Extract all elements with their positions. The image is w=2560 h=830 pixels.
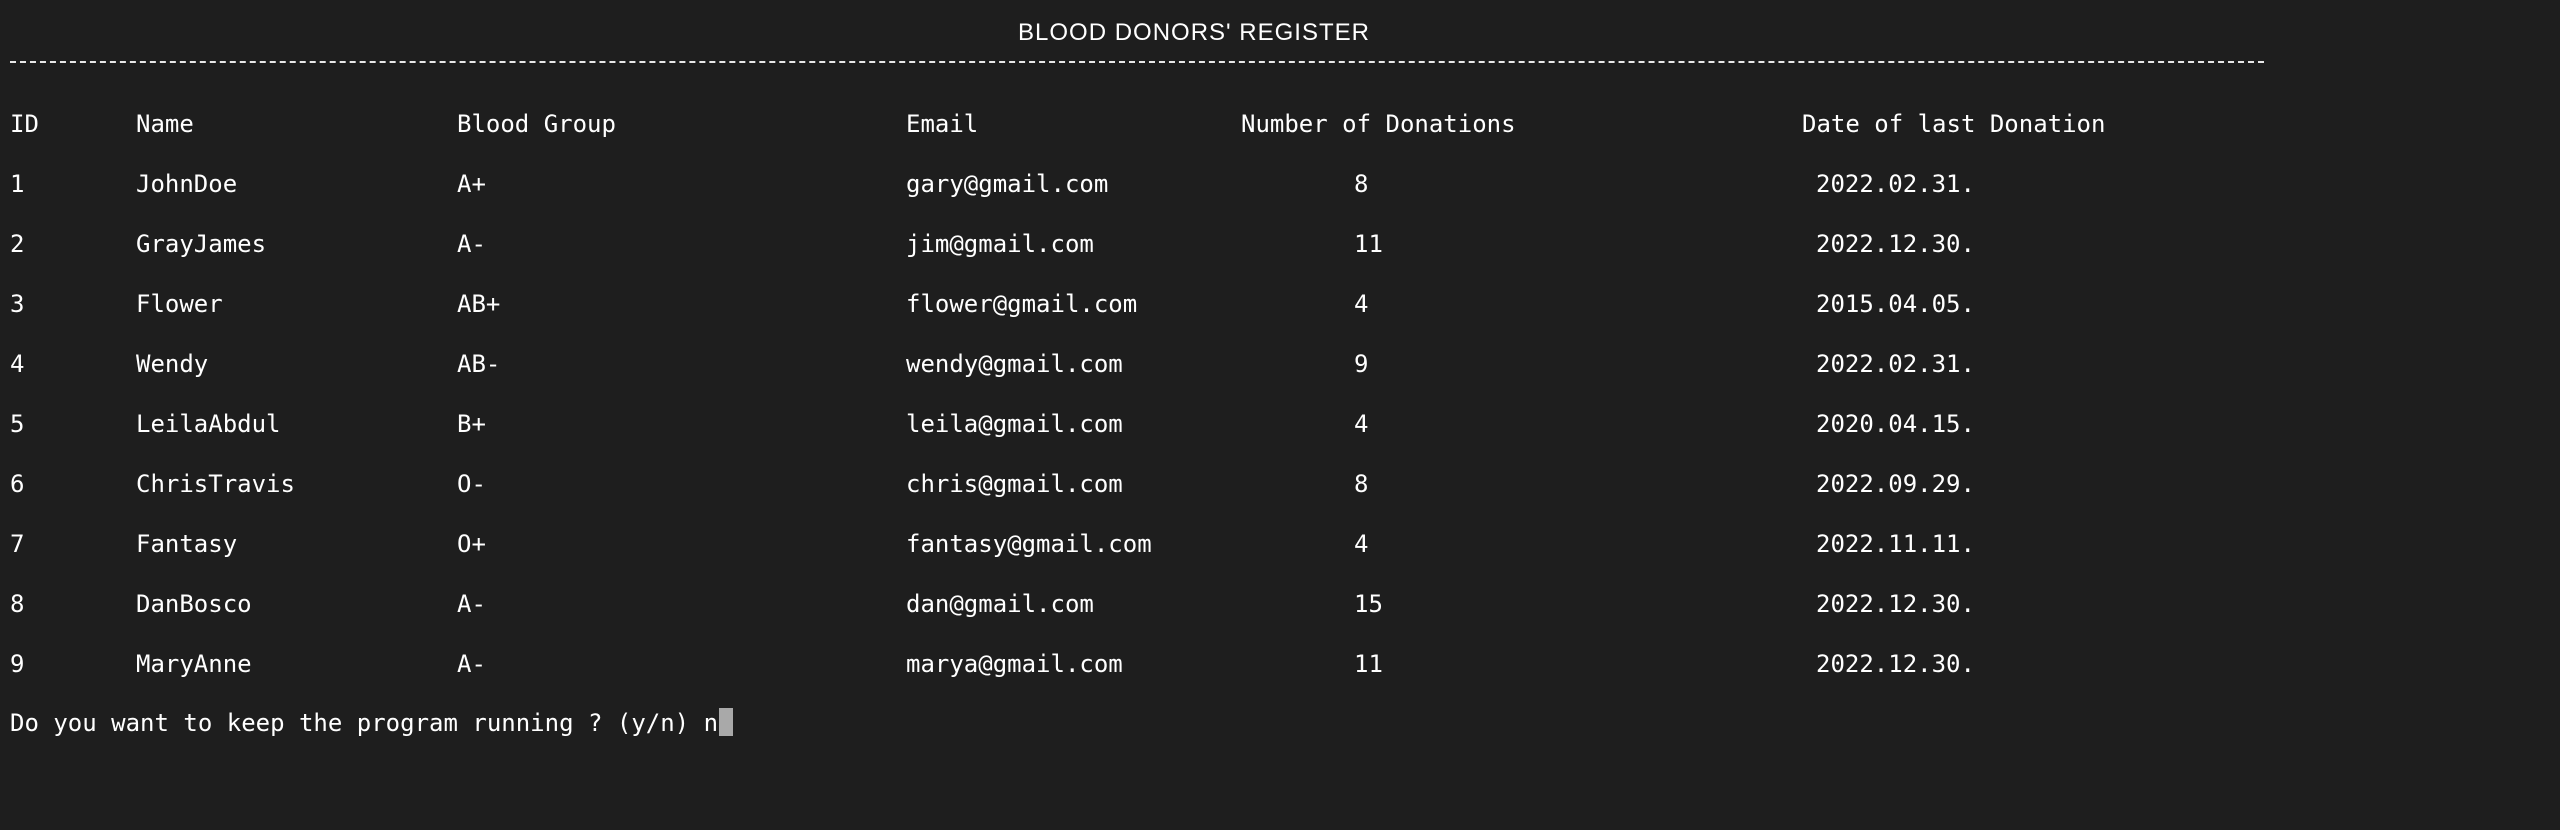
donor-last-date: 2022.09.29.	[1816, 470, 1975, 498]
donor-email: flower@gmail.com	[906, 290, 1138, 318]
donor-id: 9	[10, 650, 25, 678]
donor-blood-group: O+	[457, 530, 486, 558]
donor-donations: 11	[1354, 230, 1383, 258]
donor-id: 4	[10, 350, 25, 378]
donor-blood-group: AB+	[457, 290, 501, 318]
donor-donations: 4	[1354, 290, 1369, 318]
donor-donations: 11	[1354, 650, 1383, 678]
text-cursor	[719, 708, 734, 736]
donor-donations: 4	[1354, 530, 1369, 558]
command-prompt[interactable]: Do you want to keep the program running …	[10, 708, 734, 738]
header-name: Name	[136, 110, 194, 138]
donor-blood-group: A+	[457, 170, 486, 198]
donor-name: JohnDoe	[136, 170, 238, 198]
donor-name: LeilaAbdul	[136, 410, 281, 438]
donor-blood-group: A-	[457, 230, 486, 258]
donor-email: dan@gmail.com	[906, 590, 1094, 618]
donor-name: GrayJames	[136, 230, 267, 258]
donor-id: 2	[10, 230, 25, 258]
donor-name: MaryAnne	[136, 650, 252, 678]
donor-id: 1	[10, 170, 25, 198]
donor-last-date: 2020.04.15.	[1816, 410, 1975, 438]
donor-blood-group: A-	[457, 650, 486, 678]
prompt-input[interactable]: n	[704, 709, 718, 737]
donor-id: 5	[10, 410, 25, 438]
donor-name: DanBosco	[136, 590, 252, 618]
donor-donations: 15	[1354, 590, 1383, 618]
donor-name: Wendy	[136, 350, 209, 378]
header-id: ID	[10, 110, 39, 138]
donor-email: wendy@gmail.com	[906, 350, 1123, 378]
header-donations: Number of Donations	[1241, 110, 1516, 138]
donor-blood-group: O-	[457, 470, 486, 498]
donor-blood-group: AB-	[457, 350, 501, 378]
donor-id: 3	[10, 290, 25, 318]
donor-last-date: 2022.12.30.	[1816, 590, 1975, 618]
divider-line	[10, 61, 2264, 63]
donor-last-date: 2022.02.31.	[1816, 170, 1975, 198]
donor-email: marya@gmail.com	[906, 650, 1123, 678]
register-title: BLOOD DONORS' REGISTER	[1018, 19, 1370, 46]
donor-email: jim@gmail.com	[906, 230, 1094, 258]
donor-last-date: 2022.02.31.	[1816, 350, 1975, 378]
table-row: 4 Wendy AB-wendy@gmail.com 9 2022.02.31.	[0, 349, 2560, 379]
donor-last-date: 2015.04.05.	[1816, 290, 1975, 318]
donor-id: 8	[10, 590, 25, 618]
donor-blood-group: A-	[457, 590, 486, 618]
donor-donations: 4	[1354, 410, 1369, 438]
donor-email: gary@gmail.com	[906, 170, 1109, 198]
header-blood-group: Blood Group	[457, 110, 616, 138]
donor-email: leila@gmail.com	[906, 410, 1123, 438]
donor-last-date: 2022.12.30.	[1816, 650, 1975, 678]
donor-name: Fantasy	[136, 530, 238, 558]
prompt-text: Do you want to keep the program running …	[10, 709, 704, 737]
donor-donations: 8	[1354, 170, 1369, 198]
table-header-row: ID Name Blood Group Email Number of Dona…	[0, 109, 2560, 139]
table-row: 7 Fantasy O+ fantasy@gmail.com 4 2022.11.11.	[0, 529, 2560, 559]
table-row: 6 ChrisTravis O-chris@gmail.com 8 2022.09.29…	[0, 469, 2560, 499]
donor-blood-group: B+	[457, 410, 486, 438]
donor-donations: 9	[1354, 350, 1369, 378]
donor-email: fantasy@gmail.com	[906, 530, 1152, 558]
table-row: 1 JohnDoe A+ gary@gmail.com 8 2022.02.31.	[0, 169, 2560, 199]
terminal-window[interactable]: BLOOD DONORS' REGISTER ID Name Blood Gro…	[0, 0, 2560, 830]
donor-last-date: 2022.12.30.	[1816, 230, 1975, 258]
donor-name: Flower	[136, 290, 223, 318]
table-row: 5 LeilaAbdul B+ leila@gmail.com 4 2020.04.15.	[0, 409, 2560, 439]
table-row: 8 DanBosco A-dan@gmail.com 15 2022.12.30.	[0, 589, 2560, 619]
donor-last-date: 2022.11.11.	[1816, 530, 1975, 558]
header-email: Email	[906, 110, 979, 138]
donor-email: chris@gmail.com	[906, 470, 1123, 498]
header-last-date: Date of last Donation	[1802, 110, 2106, 138]
donor-donations: 8	[1354, 470, 1369, 498]
table-row: 9 MaryAnne A-marya@gmail.com 11 2022.12.30.	[0, 649, 2560, 679]
donor-id: 7	[10, 530, 25, 558]
table-row: 3 Flower AB+ flower@gmail.com 4 2015.04.05.	[0, 289, 2560, 319]
donor-id: 6	[10, 470, 25, 498]
donor-name: ChrisTravis	[136, 470, 295, 498]
table-row: 2 GrayJames A-jim@gmail.com 11 2022.12.30.	[0, 229, 2560, 259]
